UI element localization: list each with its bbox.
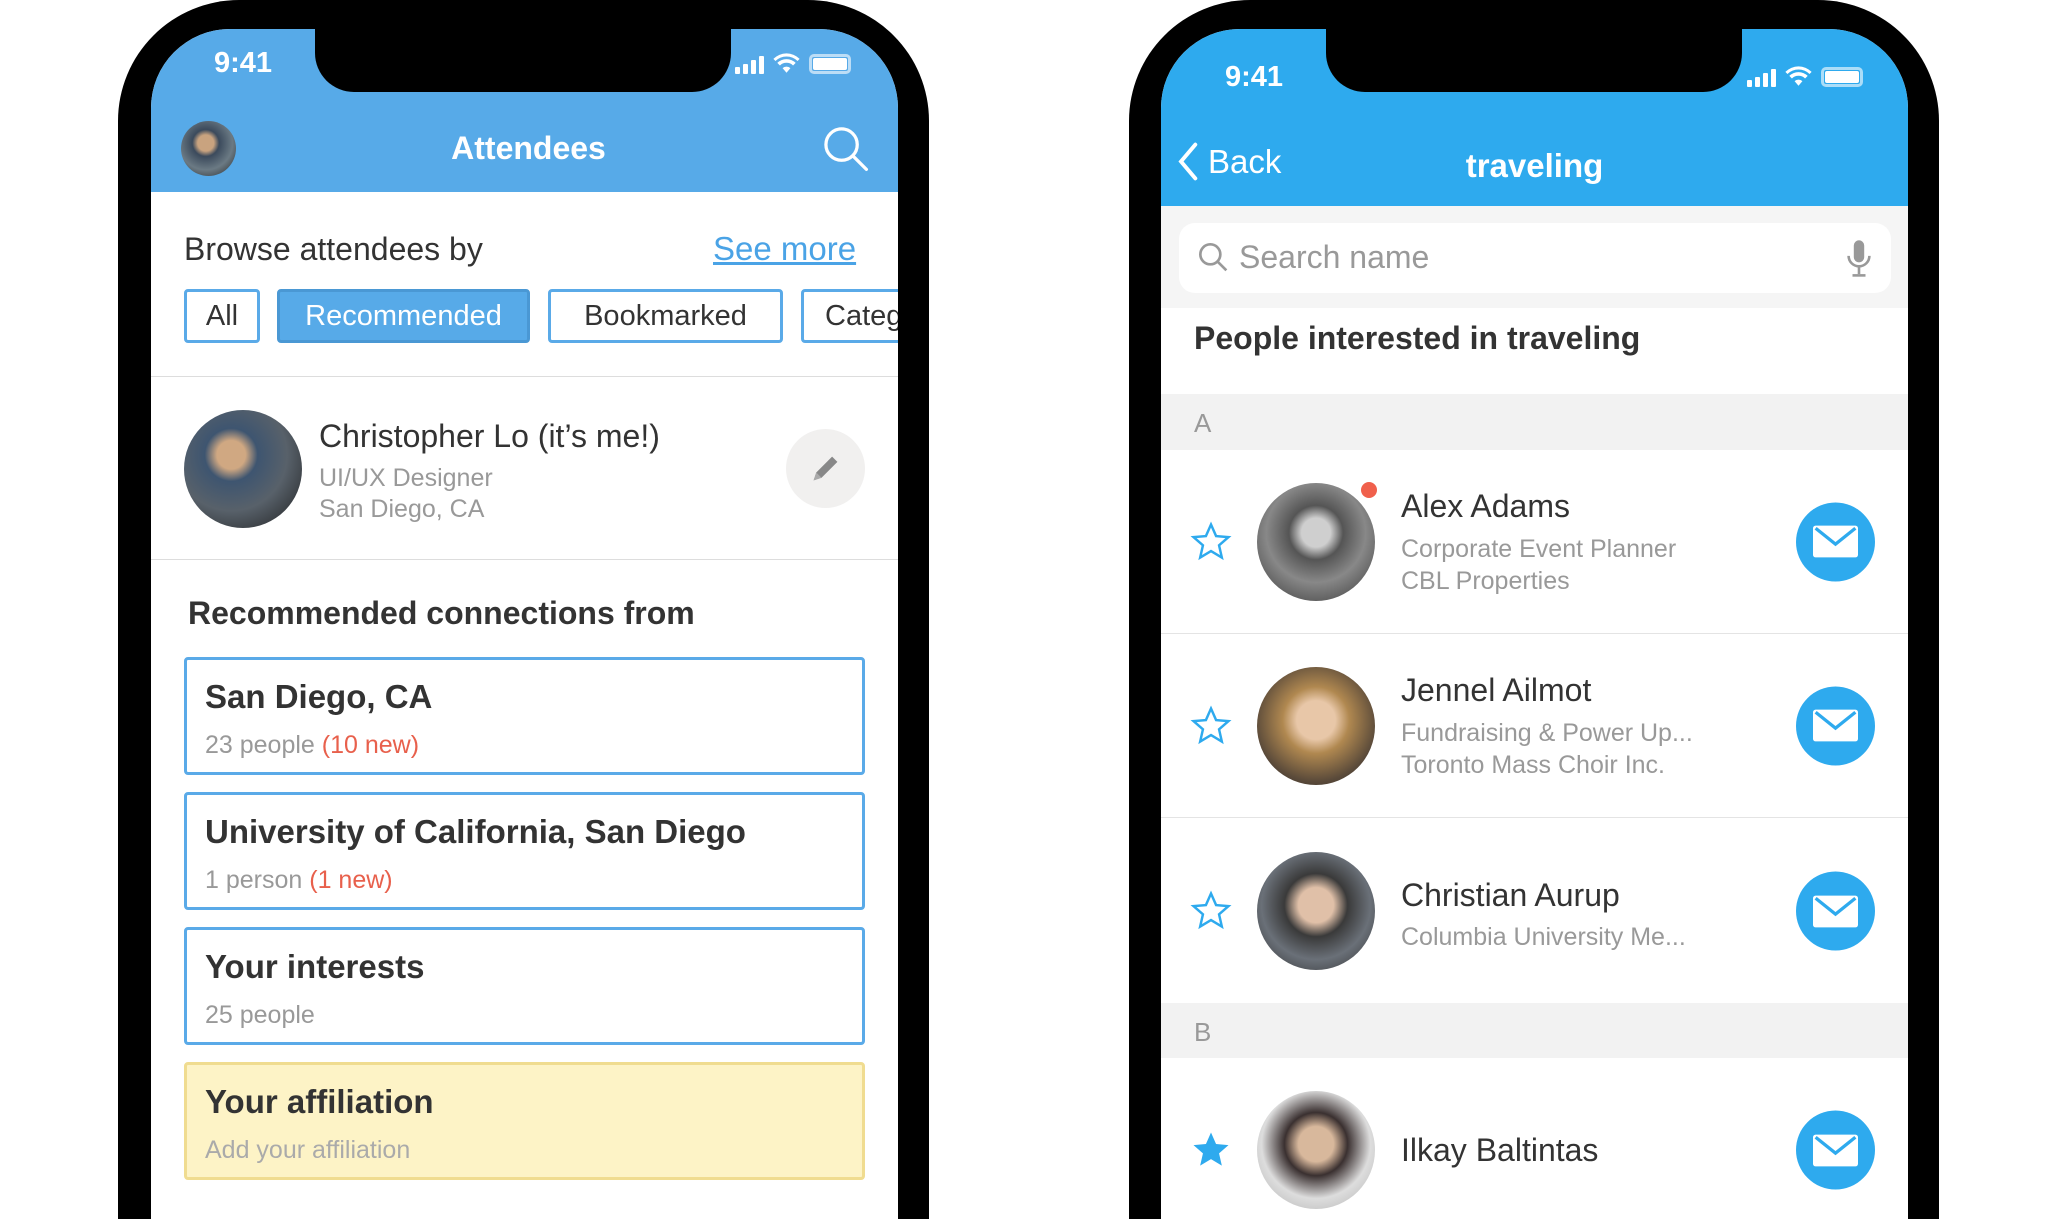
card-affiliation[interactable]: Your affiliation Add your affiliation	[184, 1062, 865, 1180]
profile-title: UI/UX Designer	[319, 464, 493, 492]
message-button[interactable]	[1796, 871, 1875, 951]
pencil-icon	[813, 456, 838, 481]
traveling-screen: 9:41 Back traveling Search name People i…	[1161, 29, 1908, 1219]
envelope-icon	[1813, 525, 1858, 558]
chip-recommended[interactable]: Recommended	[277, 289, 530, 343]
microphone-icon[interactable]	[1846, 239, 1872, 278]
person-name: Ilkay Baltintas	[1401, 1132, 1599, 1168]
person-name: Jennel Ailmot	[1401, 672, 1592, 708]
envelope-icon	[1813, 709, 1858, 742]
new-count: (1 new)	[309, 866, 393, 894]
card-title: San Diego, CA	[205, 678, 433, 715]
notch	[315, 29, 731, 92]
signal-icon	[735, 56, 764, 74]
section-header-a: A	[1161, 394, 1908, 450]
person-title: Fundraising & Power Up...	[1401, 719, 1693, 747]
wifi-icon	[1785, 66, 1812, 86]
status-icons	[735, 53, 851, 74]
person-name: Christian Aurup	[1401, 877, 1620, 913]
avatar[interactable]	[1257, 482, 1375, 601]
count-text: 23 people	[205, 731, 315, 759]
browse-label: Browse attendees by	[184, 231, 483, 267]
battery-icon	[809, 54, 851, 74]
star-filled-icon[interactable]	[1190, 1129, 1232, 1171]
see-more-link[interactable]: See more	[713, 230, 856, 268]
person-name: Alex Adams	[1401, 488, 1570, 524]
profile-avatar[interactable]	[184, 410, 302, 528]
avatar[interactable]	[1257, 852, 1375, 970]
search-icon	[1199, 243, 1228, 272]
envelope-icon	[1813, 1134, 1858, 1166]
star-outline-icon[interactable]	[1190, 704, 1232, 747]
star-outline-icon[interactable]	[1190, 520, 1232, 563]
card-title: Your affiliation	[205, 1083, 434, 1120]
page-title: Attendees	[451, 130, 606, 166]
divider	[151, 559, 898, 560]
card-ucsd[interactable]: University of California, San Diego 1 pe…	[184, 792, 865, 910]
card-interests[interactable]: Your interests 25 people	[184, 927, 865, 1045]
card-count: 23 people (10 new)	[205, 731, 419, 760]
right-phone-frame: 9:41 Back traveling Search name People i…	[1129, 0, 1939, 1219]
message-button[interactable]	[1796, 1110, 1875, 1190]
search-placeholder: Search name	[1239, 239, 1430, 275]
battery-icon	[1821, 67, 1863, 87]
edit-profile-button[interactable]	[786, 429, 865, 508]
list-item[interactable]: Ilkay Baltintas	[1161, 1058, 1908, 1219]
new-count: (10 new)	[321, 731, 420, 759]
message-button[interactable]	[1796, 686, 1875, 765]
person-company: Toronto Mass Choir Inc.	[1401, 751, 1665, 779]
list-item[interactable]: Christian Aurup Columbia University Me..…	[1161, 819, 1908, 1003]
status-time: 9:41	[214, 47, 273, 79]
card-count: Add your affiliation	[205, 1136, 411, 1164]
left-phone-frame: 9:41 Attendees Browse attendees by See m…	[118, 0, 929, 1219]
card-title: University of California, San Diego	[205, 813, 746, 850]
message-button[interactable]	[1796, 502, 1875, 581]
page-title: traveling	[1465, 147, 1604, 184]
person-company: CBL Properties	[1401, 567, 1570, 595]
card-count: 25 people	[205, 1001, 315, 1029]
chip-all[interactable]: All	[184, 289, 260, 343]
profile-name: Christopher Lo (it’s me!)	[319, 418, 660, 454]
chip-bookmarked[interactable]: Bookmarked	[548, 289, 783, 343]
count-text: 1 person	[205, 866, 303, 894]
list-item[interactable]: Jennel Ailmot Fundraising & Power Up... …	[1161, 634, 1908, 818]
card-count: 1 person (1 new)	[205, 866, 393, 895]
star-outline-icon[interactable]	[1190, 890, 1232, 932]
avatar[interactable]	[1257, 666, 1375, 785]
avatar[interactable]	[1257, 1091, 1375, 1209]
section-header-b: B	[1161, 1003, 1908, 1059]
signal-icon	[1747, 69, 1776, 87]
attendees-screen: 9:41 Attendees Browse attendees by See m…	[151, 29, 898, 1219]
envelope-icon	[1813, 895, 1858, 927]
online-indicator	[1361, 482, 1377, 498]
card-san-diego[interactable]: San Diego, CA 23 people (10 new)	[184, 657, 865, 775]
list-item[interactable]: Alex Adams Corporate Event Planner CBL P…	[1161, 450, 1908, 634]
search-icon[interactable]	[822, 125, 869, 172]
list-heading: People interested in traveling	[1194, 320, 1641, 356]
person-title: Corporate Event Planner	[1401, 535, 1677, 563]
card-title: Your interests	[205, 948, 425, 985]
person-title: Columbia University Me...	[1401, 923, 1686, 951]
wifi-icon	[773, 53, 800, 73]
status-icons	[1747, 66, 1863, 87]
recommended-heading: Recommended connections from	[188, 595, 695, 631]
search-input[interactable]: Search name	[1179, 223, 1891, 293]
profile-location: San Diego, CA	[319, 495, 485, 523]
status-time: 9:41	[1225, 61, 1284, 93]
divider	[151, 376, 898, 377]
chip-categories[interactable]: Categ	[801, 289, 898, 343]
notch	[1326, 29, 1742, 92]
